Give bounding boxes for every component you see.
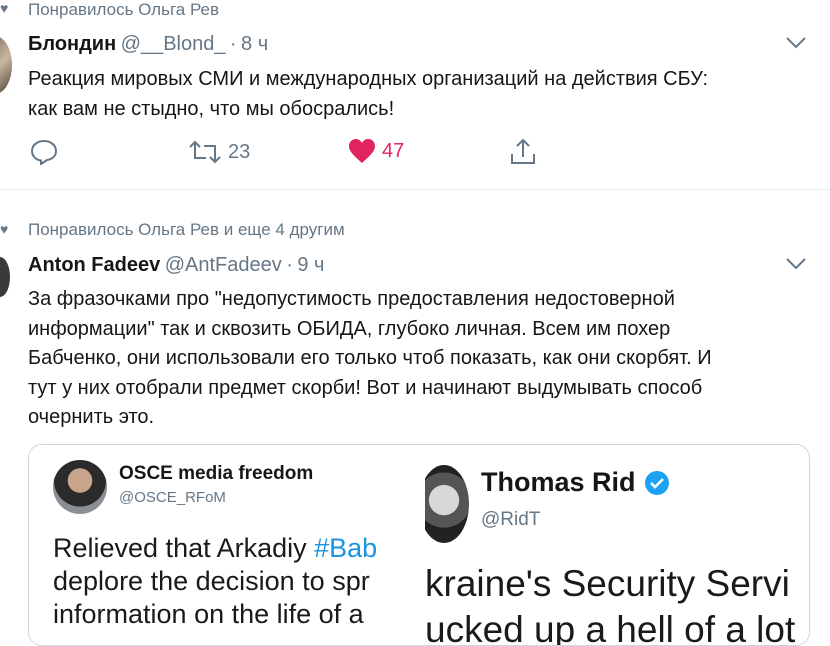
embedded-author-name: Thomas Rid (481, 467, 636, 497)
reply-icon[interactable] (30, 139, 58, 165)
embedded-text: information on the life of a (53, 599, 364, 629)
social-context: Понравилось Ольга Рев и еще 4 другим (28, 220, 345, 239)
like-count: 47 (382, 139, 405, 162)
retweet-button[interactable]: 23 (188, 140, 250, 164)
like-button[interactable]: 47 (348, 138, 404, 164)
social-context: Понравилось Ольга Рев (28, 0, 220, 19)
share-icon[interactable] (509, 138, 537, 166)
embedded-author-handle: @OSCE_RFoM (119, 489, 226, 506)
separator-dot: · (286, 254, 293, 276)
author-name[interactable]: Anton Fadeev (28, 254, 160, 276)
embedded-screenshot-osce: OSCE media freedom @OSCE_RFoM Relieved t… (29, 445, 425, 645)
media-card[interactable]: OSCE media freedom @OSCE_RFoM Relieved t… (28, 444, 810, 646)
embedded-text: kraine's Security Servi (425, 563, 790, 604)
tweet-text-line: Реакция мировых СМИ и международных орга… (28, 68, 709, 90)
author-name[interactable]: Блондин (28, 33, 116, 55)
avatar (53, 460, 107, 514)
embedded-author-name: OSCE media freedom (119, 463, 314, 484)
author-handle[interactable]: @__Blond_ (121, 33, 226, 55)
embedded-hashtag: #Bab (314, 533, 378, 563)
tweet-text-line: как вам не стыдно, что мы обосрались! (28, 97, 395, 120)
tweet-divider (0, 189, 830, 190)
heart-small-icon: ♥ (0, 0, 9, 16)
embedded-screenshot-rid: Thomas Rid @RidT kraine's Security Servi… (425, 445, 809, 645)
embedded-author-handle: @RidT (481, 509, 541, 530)
retweet-icon (189, 140, 221, 164)
embedded-text: Relieved that Arkadiy (53, 533, 315, 563)
separator-dot: · (229, 33, 237, 55)
avatar (425, 465, 469, 543)
heart-icon (349, 139, 375, 163)
tweet-text-line: информации" так и сквозить ОБИДА, глубок… (28, 317, 671, 340)
avatar[interactable] (0, 36, 12, 94)
retweet-count: 23 (228, 140, 251, 163)
tweet-text-line: Бабченко, они использовали его только чт… (28, 347, 712, 369)
avatar[interactable] (0, 257, 10, 297)
tweet-text-line: тут у них отобрали предмет скорби! Вот и… (28, 376, 703, 399)
chevron-down-icon[interactable] (785, 257, 807, 271)
author-handle[interactable]: @AntFadeev (165, 254, 282, 276)
timestamp[interactable]: 9 ч (297, 254, 324, 276)
embedded-text: deplore the decision to spr (53, 566, 370, 596)
tweet-text-line: очернить это. (28, 406, 155, 428)
timestamp[interactable]: 8 ч (241, 33, 268, 55)
heart-small-icon: ♥ (0, 221, 9, 237)
tweet-text-line: За фразочками про "недопустимость предос… (28, 288, 675, 310)
chevron-down-icon[interactable] (785, 36, 807, 50)
verified-badge-icon (644, 470, 669, 495)
embedded-text: ucked up a hell of a lot (425, 609, 796, 645)
